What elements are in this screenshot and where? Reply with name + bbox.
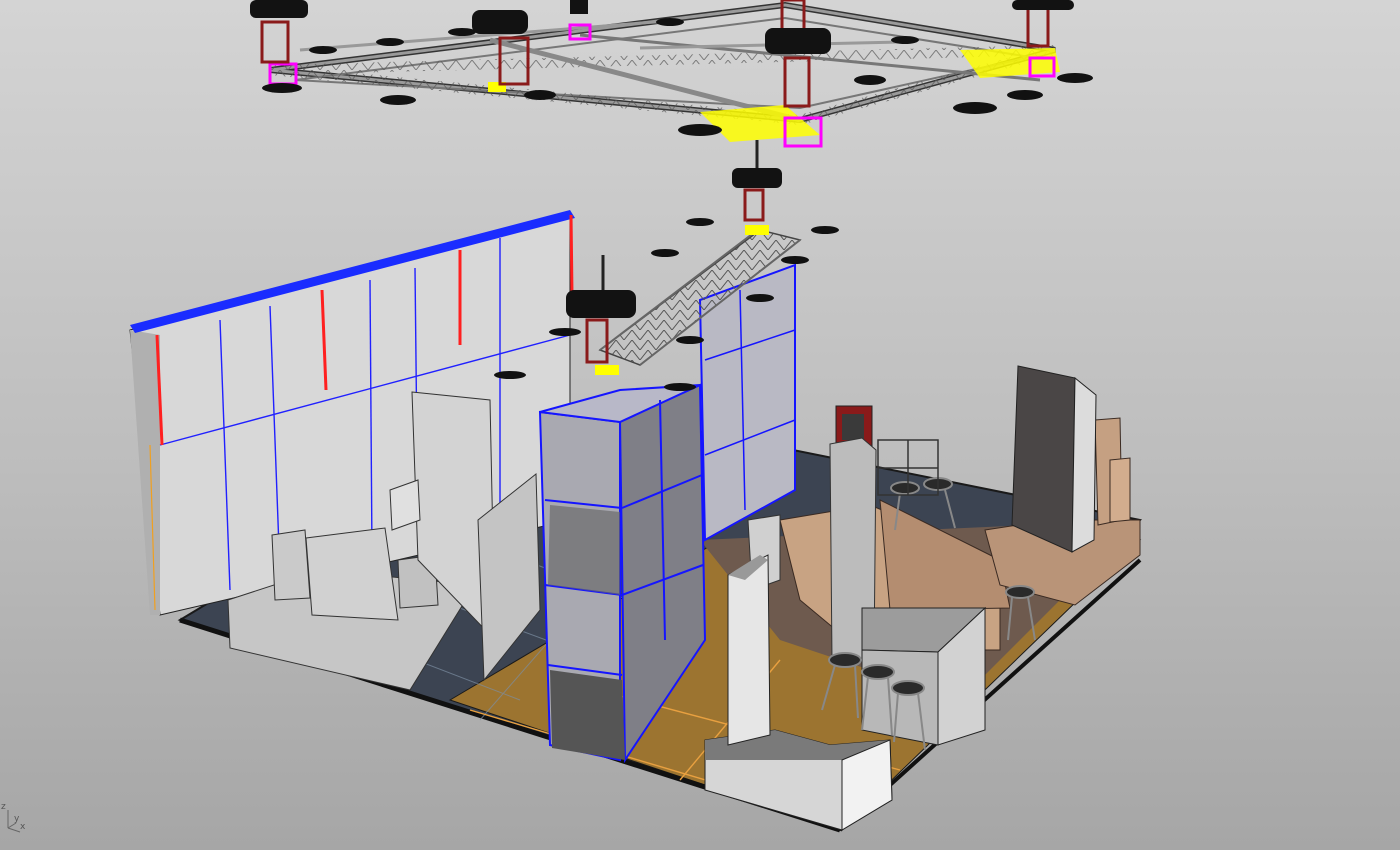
axis-y-label: y <box>14 814 20 824</box>
3d-scene[interactable] <box>0 0 1400 850</box>
axis-z-label: z <box>1 802 6 812</box>
upper-truss-grid[interactable] <box>268 1 1060 148</box>
axis-x-label: x <box>20 822 26 832</box>
axis-gizmo: z y x <box>0 796 40 836</box>
rhino-3d-viewport[interactable]: z y x <box>0 0 1400 850</box>
display-panel[interactable] <box>1011 365 1097 553</box>
